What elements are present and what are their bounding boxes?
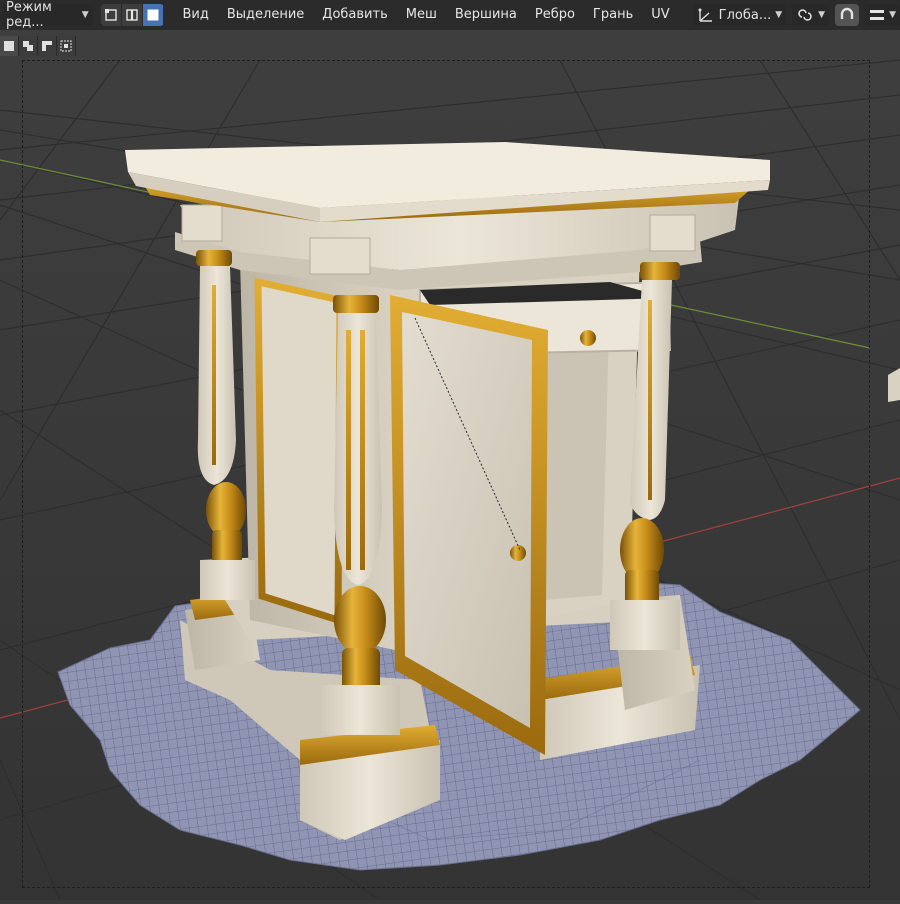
header-menu: Вид Выделение Добавить Меш Вершина Ребро… [174, 0, 679, 30]
viewport-canvas[interactable] [0, 0, 900, 901]
menu-select[interactable]: Выделение [218, 0, 313, 30]
viewport-header: Режим ред... ▼ Вид Выделение Добавить Ме… [0, 0, 900, 30]
door-knob[interactable] [510, 545, 526, 561]
face-select-button[interactable] [142, 4, 164, 26]
header-tools: Глоба... ▼ ▼ ▼ [692, 4, 900, 26]
snap-target-dropdown[interactable]: ▼ [865, 4, 900, 26]
menu-add[interactable]: Добавить [313, 0, 396, 30]
select-mode-group [100, 4, 164, 26]
transform-orientation-icon [698, 8, 712, 22]
chevron-down-icon: ▼ [818, 10, 826, 20]
orientation-label: Глоба... [718, 7, 772, 23]
select-new-icon [4, 41, 14, 51]
pivot-link-icon [798, 9, 812, 21]
snap-magnet-icon [840, 7, 854, 19]
select-intersect-button[interactable] [57, 36, 76, 56]
select-set-new-button[interactable] [0, 36, 19, 56]
mode-dropdown-label: Режим ред... [6, 0, 52, 30]
snap-toggle-button[interactable] [835, 4, 860, 26]
transform-orientation-dropdown[interactable]: Глоба... ▼ [692, 4, 787, 26]
edge-select-button[interactable] [121, 4, 143, 26]
edge-select-icon [125, 9, 138, 21]
chevron-down-icon: ▼ [81, 10, 89, 20]
vertex-select-icon [104, 9, 117, 21]
mesh-select-mode-toolbar [0, 34, 76, 58]
select-subtract-button[interactable] [38, 36, 57, 56]
vertex-select-button[interactable] [100, 4, 122, 26]
snap-increment-icon [870, 10, 885, 20]
chevron-down-icon: ▼ [889, 10, 896, 20]
select-intersect-icon [60, 40, 72, 52]
pivot-point-dropdown[interactable]: ▼ [792, 4, 830, 26]
menu-uv[interactable]: UV [642, 0, 678, 30]
select-extend-icon [23, 41, 33, 51]
menu-view[interactable]: Вид [174, 0, 218, 30]
menu-vertex[interactable]: Вершина [446, 0, 526, 30]
mode-dropdown[interactable]: Режим ред... ▼ [2, 0, 93, 30]
3d-viewport[interactable] [0, 0, 900, 901]
select-subtract-icon [42, 41, 52, 51]
menu-face[interactable]: Грань [584, 0, 642, 30]
select-extend-button[interactable] [19, 36, 38, 56]
face-select-icon [147, 9, 159, 21]
menu-mesh[interactable]: Меш [397, 0, 446, 30]
menu-edge[interactable]: Ребро [526, 0, 584, 30]
chevron-down-icon: ▼ [775, 10, 783, 20]
